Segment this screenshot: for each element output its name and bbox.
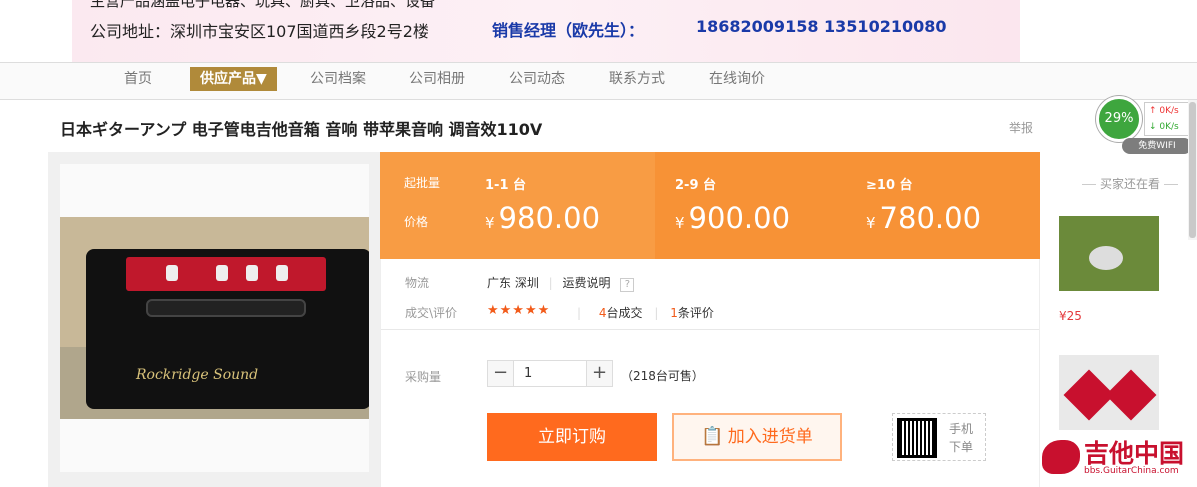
quantity-input[interactable]: 1 (524, 366, 532, 381)
shipping-info-link[interactable]: 运费说明 (563, 276, 611, 290)
ship-from: 广东 深圳 (487, 276, 539, 290)
price-tier-1: 1-1 台 ¥980.00 (485, 152, 655, 259)
company-banner: 主营产品涵盖电子电器、玩具、厨具、卫浴品、设备 公司地址：深圳市宝安区107国道… (72, 0, 1020, 62)
review-unit[interactable]: 条评价 (678, 306, 714, 320)
image-frame: Rockridge Sound (60, 164, 369, 472)
review-count[interactable]: 1 (670, 306, 678, 320)
currency-symbol: ¥ (485, 214, 495, 232)
increase-button[interactable]: + (586, 361, 612, 386)
tier-price: ¥900.00 (675, 201, 790, 235)
nav-profile[interactable]: 公司档案 (310, 67, 366, 91)
mobile-order-qr[interactable]: 手机下单 (892, 413, 986, 461)
also-viewed-heading: 买家还在看 (1078, 175, 1182, 192)
currency-symbol: ¥ (866, 214, 876, 232)
amp-control-panel (126, 257, 326, 291)
nav-home[interactable]: 首页 (124, 67, 152, 91)
price-tiers: 起批量 价格 1-1 台 ¥980.00 2-9 台 ¥900.00 ≥10 台… (380, 152, 1040, 259)
deals-label: 成交\评价 (405, 306, 458, 320)
sales-phones: 18682009158 13510210080 (696, 17, 947, 36)
decrease-button[interactable]: − (488, 361, 514, 386)
shop-nav: 首页 供应产品▼ 公司档案 公司相册 公司动态 联系方式 在线询价 (0, 62, 1197, 100)
free-wifi-button[interactable]: 免费WIFI (1122, 138, 1192, 154)
mobile-order-label: 手机下单 (949, 422, 974, 454)
tier-price: ¥780.00 (866, 201, 981, 235)
company-address: 公司地址：深圳市宝安区107国道西乡段2号2楼 (90, 22, 429, 41)
speaker-image (1089, 246, 1123, 270)
quantity-stepper: − 1 + (487, 360, 613, 387)
divider: | (548, 276, 553, 290)
qr-code-icon (897, 418, 937, 458)
network-usage-gauge[interactable]: 29% (1096, 96, 1142, 142)
network-speed-widget[interactable]: 29% ↑ 0K/s ↓ 0K/s 免费WIFI (1092, 94, 1196, 156)
knob (276, 265, 288, 281)
product-title: 日本ギターアンプ 电子管电吉他音箱 音响 带苹果音响 调音效110V (60, 120, 543, 139)
banner-top-text: 主营产品涵盖电子电器、玩具、厨具、卫浴品、设备 (90, 0, 436, 10)
knob (216, 265, 228, 281)
product-image-box: Rockridge Sound (48, 152, 380, 487)
product-photo[interactable]: Rockridge Sound (60, 217, 369, 419)
divider: | (654, 306, 659, 320)
amp-illustration: Rockridge Sound (86, 249, 369, 409)
help-icon[interactable]: ? (620, 278, 635, 292)
sold-count[interactable]: 4 (599, 306, 607, 320)
recommended-item-2[interactable] (1059, 355, 1159, 430)
currency-symbol: ¥ (675, 214, 685, 232)
section-divider (381, 329, 1039, 330)
nav-album[interactable]: 公司相册 (409, 67, 465, 91)
speaker-image (1105, 369, 1157, 421)
guitarchina-watermark: 吉他中国 bbs.GuitarChina.com (1040, 434, 1197, 487)
nav-products[interactable]: 供应产品▼ (190, 67, 277, 91)
amp-brand-logo: Rockridge Sound (136, 367, 259, 383)
sold-unit[interactable]: 台成交 (607, 306, 643, 320)
product-info: 物流 广东 深圳 | 运费说明 ? 成交\评价 ★★★★★ | 4台成交 | 1… (380, 259, 1040, 487)
quantity-label: 采购量 (405, 370, 442, 384)
add-cart-label: 加入进货单 (727, 427, 813, 447)
watermark-title: 吉他中国 (1084, 439, 1185, 468)
sales-manager-label: 销售经理（欧先生）： (492, 21, 645, 40)
price-label: 价格 (404, 215, 429, 229)
logistics-label: 物流 (405, 276, 430, 290)
rating-stars: ★★★★★ (487, 303, 551, 318)
watermark-url: bbs.GuitarChina.com (1084, 466, 1179, 476)
add-to-cart-button[interactable]: 📋 加入进货单 (672, 413, 842, 461)
moq-label: 起批量 (404, 176, 441, 190)
tier-qty: ≥10 台 (866, 178, 913, 193)
nav-news[interactable]: 公司动态 (509, 67, 565, 91)
buy-now-button[interactable]: 立即订购 (487, 413, 657, 461)
recommended-price-1: ¥25 (1059, 309, 1082, 323)
report-link[interactable]: 举报 (1009, 119, 1033, 136)
tier-price: ¥980.00 (485, 201, 600, 235)
dragon-logo-icon (1042, 440, 1080, 474)
price-value: 900.00 (688, 201, 791, 235)
nav-inquiry[interactable]: 在线询价 (709, 67, 765, 91)
price-tier-2: 2-9 台 ¥900.00 (655, 152, 846, 259)
stock-available: （218台可售） (621, 369, 704, 383)
vertical-scrollbar[interactable] (1188, 100, 1197, 240)
tier-qty: 1-1 台 (485, 178, 527, 193)
tier-qty: 2-9 台 (675, 178, 717, 193)
price-value: 780.00 (879, 201, 982, 235)
divider: | (577, 306, 582, 320)
scrollbar-thumb[interactable] (1189, 102, 1196, 238)
recommended-item-1[interactable] (1059, 216, 1159, 291)
logistics-row: 广东 深圳 | 运费说明 ? (487, 274, 635, 292)
clipboard-icon: 📋 (701, 426, 724, 447)
price-tier-3: ≥10 台 ¥780.00 (846, 152, 1040, 259)
nav-contact[interactable]: 联系方式 (609, 67, 665, 91)
knob (246, 265, 258, 281)
amp-handle (146, 299, 306, 317)
knob (166, 265, 178, 281)
deal-stats: | 4台成交 | 1条评价 (577, 304, 714, 321)
price-value: 980.00 (498, 201, 601, 235)
